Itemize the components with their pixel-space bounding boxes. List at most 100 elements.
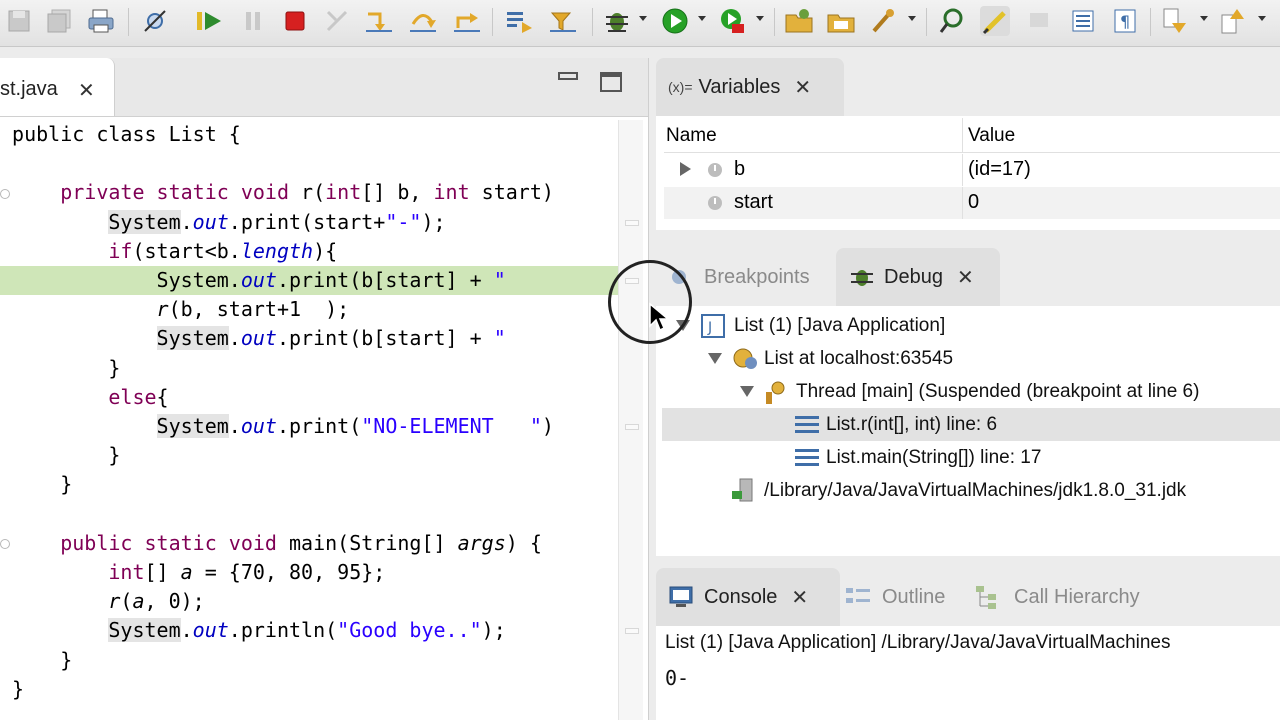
expand-icon[interactable] xyxy=(680,162,691,176)
code-token: System xyxy=(108,618,181,643)
java-app-icon: J xyxy=(701,314,725,338)
editor-tab-bar: st.java ✕ xyxy=(0,58,648,117)
code-line[interactable]: } xyxy=(0,441,618,470)
maximize-icon[interactable] xyxy=(600,72,622,92)
editor-tab[interactable]: st.java ✕ xyxy=(0,58,115,116)
code-line[interactable]: r(b, start+1 ); xyxy=(0,295,618,324)
collapse-icon[interactable] xyxy=(708,353,722,364)
new-java-project-icon[interactable] xyxy=(784,6,814,36)
outline-icon xyxy=(846,588,870,603)
code-line[interactable]: } xyxy=(0,470,618,499)
code-line[interactable]: } xyxy=(0,646,618,675)
column-value-header[interactable]: Value xyxy=(968,125,1015,147)
collapse-icon[interactable] xyxy=(740,386,754,397)
debug-icon[interactable] xyxy=(602,6,632,36)
code-line[interactable]: private static void r(int[] b, int start… xyxy=(0,178,618,207)
print-icon[interactable] xyxy=(86,6,116,36)
code-line[interactable]: } xyxy=(0,675,618,704)
console-output[interactable]: 0- xyxy=(665,666,689,690)
run-icon[interactable] xyxy=(660,6,690,36)
code-token: .print(b[start] + xyxy=(276,326,494,351)
open-task-dropdown-icon[interactable] xyxy=(908,16,916,21)
minimize-icon[interactable] xyxy=(558,72,578,80)
code-line[interactable]: else{ xyxy=(0,383,618,412)
next-annotation-icon[interactable] xyxy=(1160,6,1190,36)
ruler-mark[interactable] xyxy=(625,220,639,226)
toggle-mark-occurrences-icon[interactable] xyxy=(980,6,1010,36)
tab-debug[interactable]: Debug ✕ xyxy=(836,248,1000,306)
run-external-dropdown-icon[interactable] xyxy=(756,16,764,21)
code-line[interactable]: } xyxy=(0,354,618,383)
previous-annotation-icon[interactable] xyxy=(1218,6,1248,36)
toggle-block-selection-icon[interactable] xyxy=(1024,6,1054,36)
ruler-mark[interactable] xyxy=(625,424,639,430)
toggle-word-wrap-icon[interactable] xyxy=(1068,6,1098,36)
run-external-tool-icon[interactable] xyxy=(718,6,748,36)
save-icon[interactable] xyxy=(4,6,34,36)
close-icon[interactable]: ✕ xyxy=(794,75,811,100)
resume-icon[interactable] xyxy=(194,6,224,36)
code-area[interactable]: public class List { private static void … xyxy=(0,120,618,720)
disconnect-icon[interactable] xyxy=(322,6,352,36)
thread-icon xyxy=(766,381,785,404)
overview-ruler[interactable] xyxy=(618,120,643,720)
code-line[interactable] xyxy=(0,500,618,529)
show-whitespace-icon[interactable]: ¶ xyxy=(1110,6,1140,36)
search-icon[interactable] xyxy=(938,6,968,36)
drop-to-frame-icon[interactable] xyxy=(504,6,534,36)
tree-item-process[interactable]: /Library/Java/JavaVirtualMachines/jdk1.8… xyxy=(728,474,1280,507)
code-line[interactable]: public static void main(String[] args) { xyxy=(0,529,618,558)
code-line[interactable]: public class List { xyxy=(0,120,618,149)
close-icon[interactable]: ✕ xyxy=(957,265,974,290)
code-token: [] b, xyxy=(361,180,434,205)
skip-breakpoints-icon[interactable] xyxy=(140,6,170,36)
tree-label: Thread [main] (Suspended (breakpoint at … xyxy=(796,381,1200,402)
step-into-icon[interactable] xyxy=(364,6,394,36)
open-type-icon[interactable] xyxy=(826,6,856,36)
step-over-icon[interactable] xyxy=(408,6,438,36)
code-line[interactable]: r(a, 0); xyxy=(0,587,618,616)
column-name-header[interactable]: Name xyxy=(666,125,717,147)
save-all-icon[interactable] xyxy=(44,6,74,36)
code-line[interactable]: System.out.println("Good bye.."); xyxy=(0,616,618,645)
use-step-filters-icon[interactable] xyxy=(548,6,578,36)
variable-row-start[interactable]: start 0 xyxy=(664,187,1280,219)
code-token: . xyxy=(228,414,241,438)
code-line-current[interactable]: System.out.print(b[start] + " xyxy=(0,266,618,295)
code-line[interactable]: int[] a = {70, 80, 95}; xyxy=(0,558,618,587)
step-return-icon[interactable] xyxy=(452,6,482,36)
run-dropdown-icon[interactable] xyxy=(698,16,706,21)
tab-outline[interactable]: Outline xyxy=(844,568,945,626)
code-line[interactable]: System.out.print("NO-ELEMENT ") xyxy=(0,412,618,441)
code-line[interactable] xyxy=(0,149,618,178)
fold-marker-icon[interactable] xyxy=(0,539,10,549)
ruler-mark[interactable] xyxy=(625,628,639,634)
tab-variables[interactable]: (x)= Variables ✕ xyxy=(656,58,844,116)
code-line[interactable]: System.out.print(b[start] + " xyxy=(0,324,618,353)
tab-variables-label: Variables xyxy=(698,75,781,98)
code-token: = {70, 80, 95}; xyxy=(192,560,386,584)
process-icon xyxy=(732,478,753,502)
suspend-icon[interactable] xyxy=(238,6,268,36)
open-task-icon[interactable] xyxy=(868,6,898,36)
code-token: " xyxy=(493,326,518,351)
variable-row-b[interactable]: b (id=17) xyxy=(664,154,1280,186)
code-token: (start<b. xyxy=(132,238,241,263)
code-token: ) xyxy=(541,414,554,438)
variable-value: 0 xyxy=(968,191,980,213)
tree-item-frame-selected[interactable]: List.r(int[], int) line: 6 xyxy=(662,408,1280,441)
tab-console[interactable]: Console ✕ xyxy=(656,568,840,626)
code-line[interactable]: if(start<b.length){ xyxy=(0,237,618,266)
code-line[interactable]: System.out.print(start+"-"); xyxy=(0,208,618,237)
previous-annotation-dropdown-icon[interactable] xyxy=(1258,16,1266,21)
next-annotation-dropdown-icon[interactable] xyxy=(1200,16,1208,21)
code-token: [] xyxy=(144,560,181,584)
fold-marker-icon[interactable] xyxy=(0,189,10,199)
tab-call-hierarchy[interactable]: Call Hierarchy xyxy=(974,568,1140,626)
debug-dropdown-icon[interactable] xyxy=(639,16,647,21)
close-icon[interactable]: ✕ xyxy=(78,78,95,103)
terminate-icon[interactable] xyxy=(280,6,310,36)
close-icon[interactable]: ✕ xyxy=(791,585,808,610)
